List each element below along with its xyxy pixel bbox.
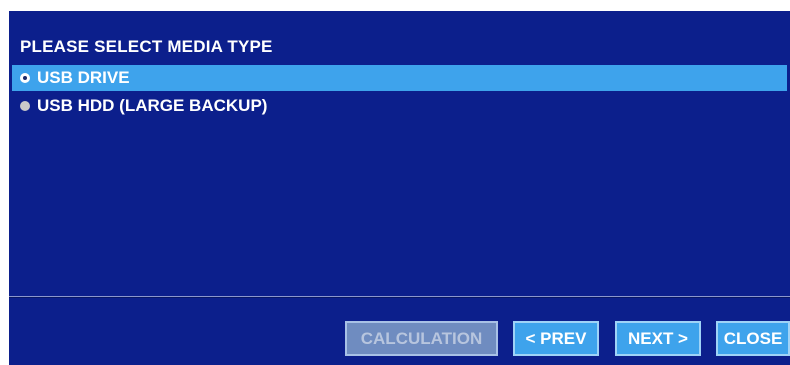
- button-bar-divider: [9, 296, 790, 298]
- next-button[interactable]: NEXT >: [615, 321, 701, 356]
- option-usb-drive[interactable]: USB DRIVE: [12, 65, 787, 91]
- calculation-button[interactable]: CALCULATION: [345, 321, 498, 356]
- radio-selected-icon: [20, 73, 30, 83]
- media-type-options: USB DRIVE USB HDD (LARGE BACKUP): [12, 65, 787, 119]
- option-usb-hdd-label: USB HDD (LARGE BACKUP): [37, 96, 268, 115]
- option-usb-drive-label: USB DRIVE: [37, 68, 130, 87]
- radio-unselected-icon: [20, 101, 30, 111]
- media-type-dialog: PLEASE SELECT MEDIA TYPE USB DRIVE USB H…: [9, 11, 790, 365]
- option-usb-hdd[interactable]: USB HDD (LARGE BACKUP): [12, 93, 787, 119]
- close-button[interactable]: CLOSE: [716, 321, 790, 356]
- dialog-heading: PLEASE SELECT MEDIA TYPE: [20, 37, 273, 56]
- prev-button[interactable]: < PREV: [513, 321, 599, 356]
